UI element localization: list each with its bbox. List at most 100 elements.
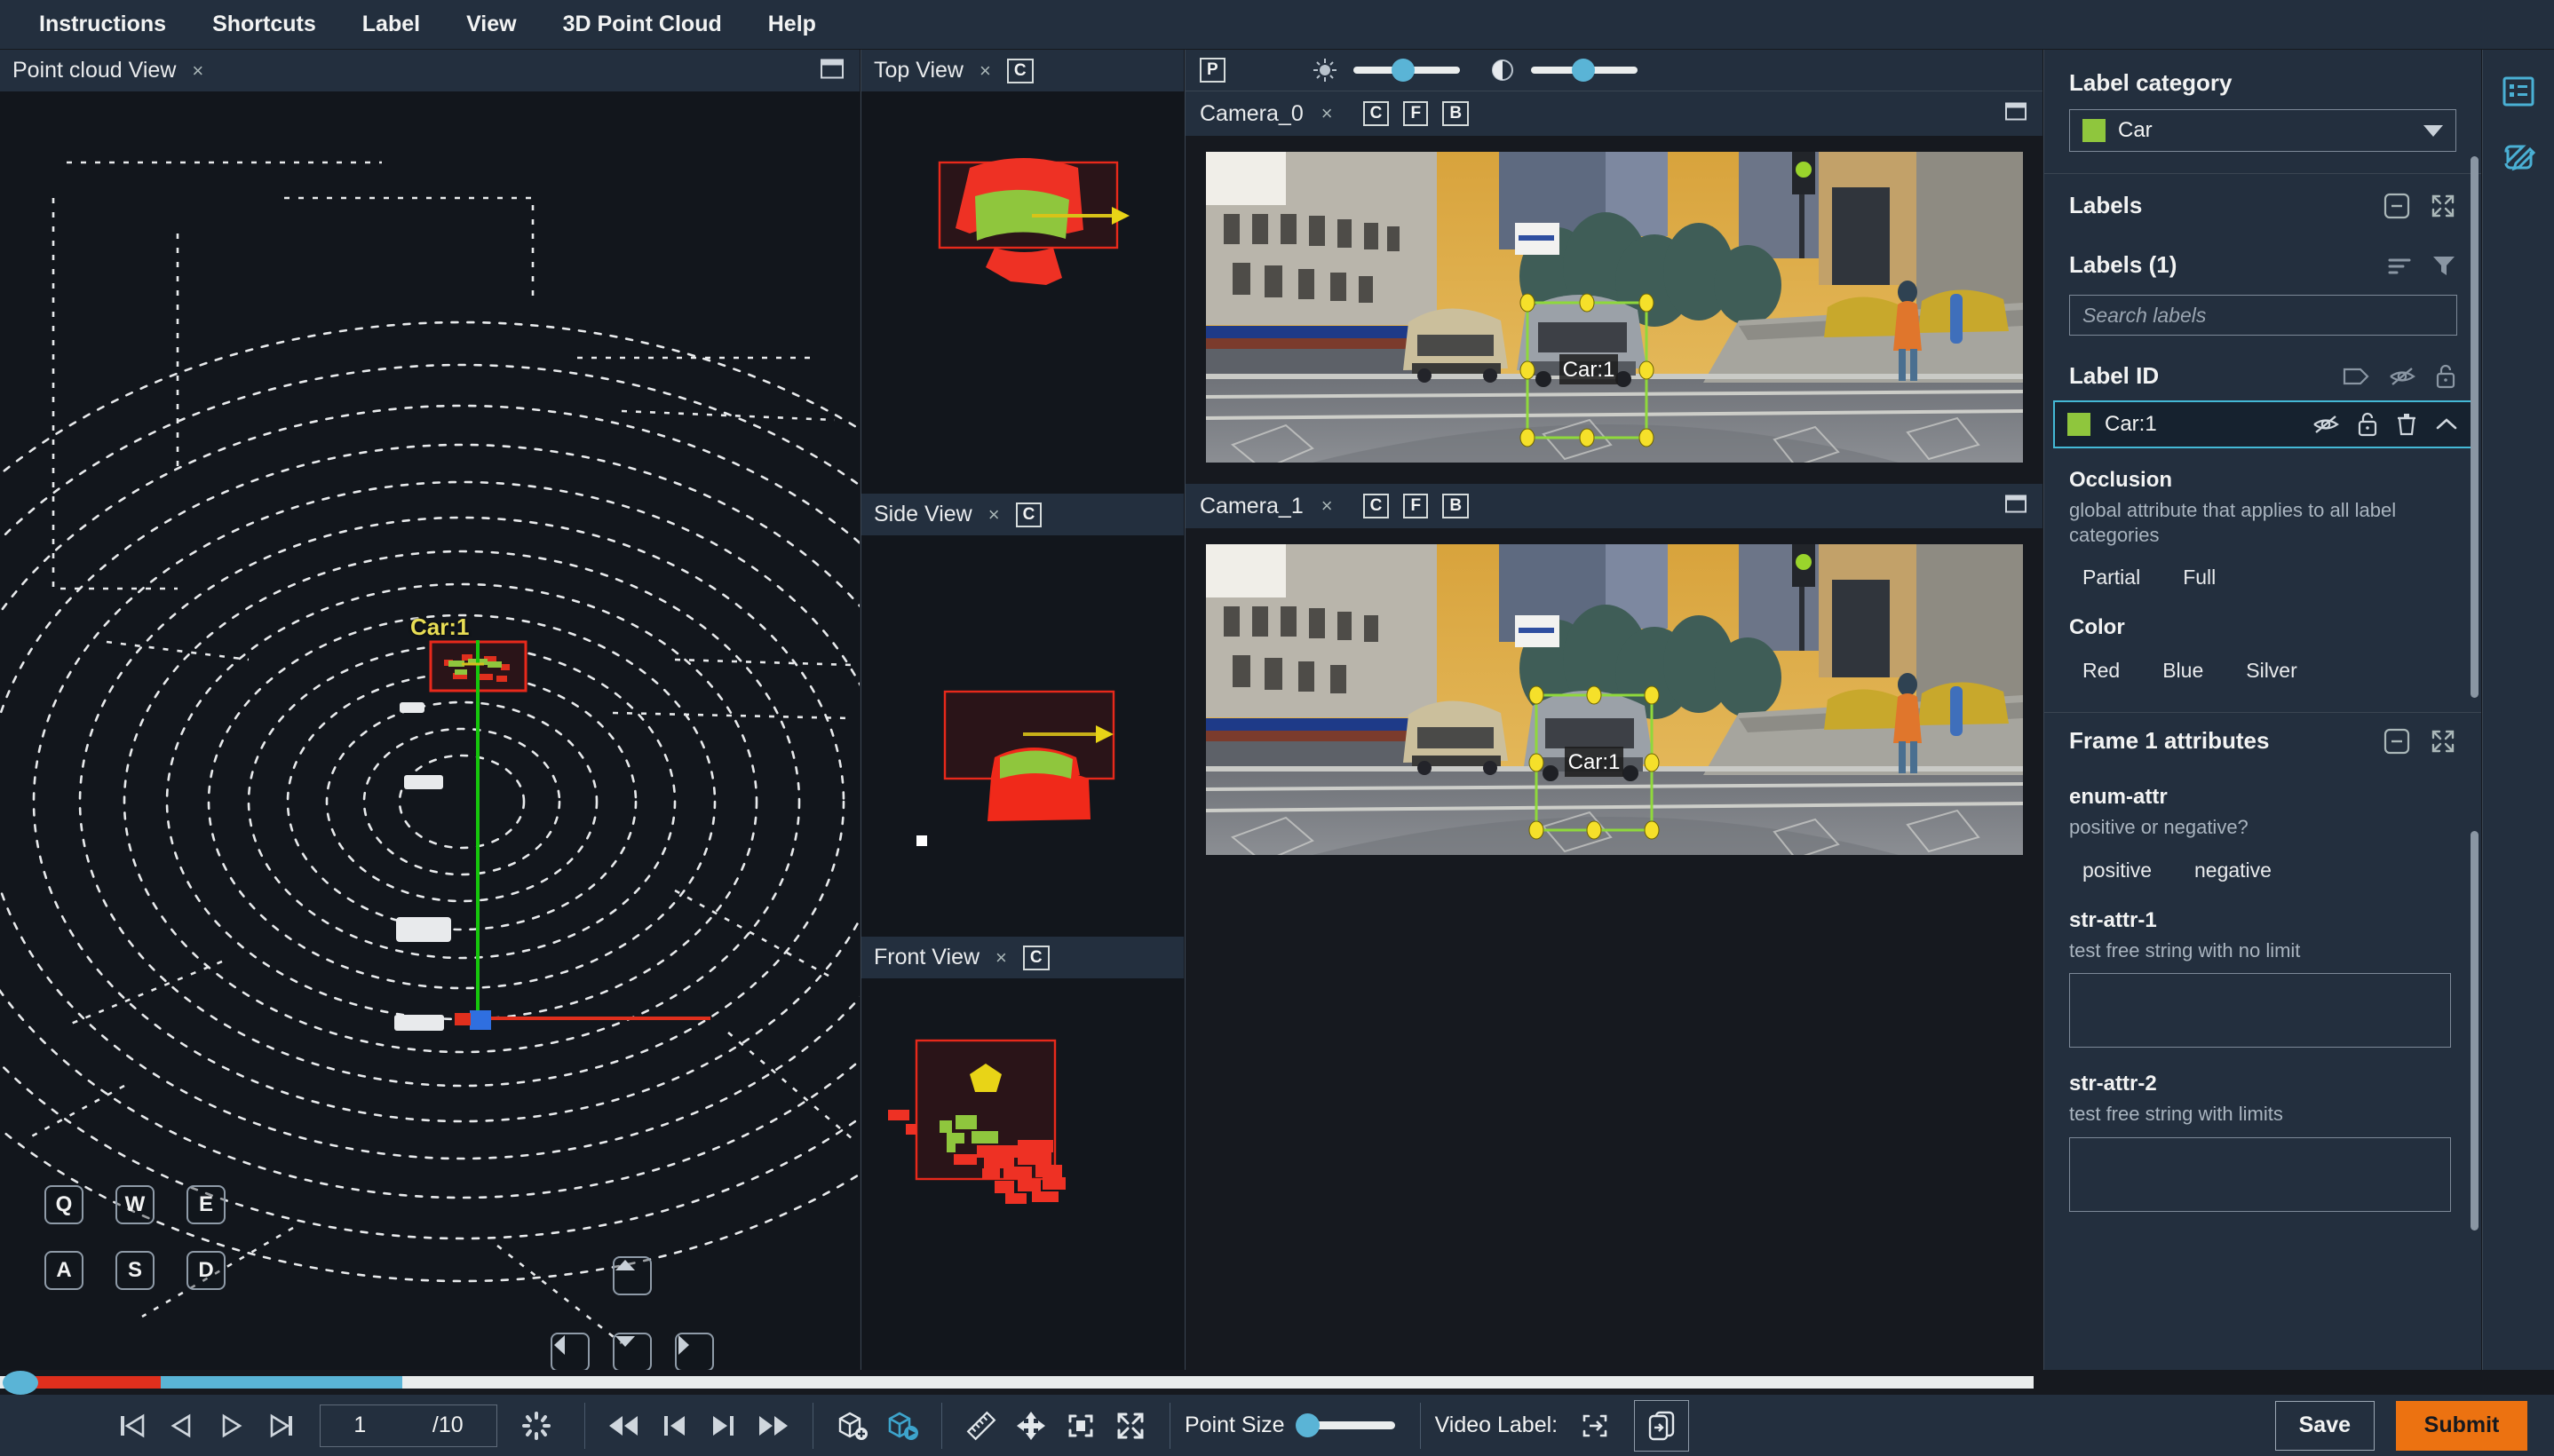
front-view-canvas[interactable] [861,978,1185,1412]
contrast-slider-knob[interactable] [1571,59,1595,82]
menu-shortcuts[interactable]: Shortcuts [189,0,339,49]
unlock-icon[interactable] [2435,364,2456,389]
brightness-slider[interactable] [1352,59,1460,82]
close-icon[interactable]: × [1318,495,1336,518]
attr-color-option-blue[interactable]: Blue [2149,653,2217,689]
add-cuboid-icon[interactable] [828,1401,877,1451]
minimize-panel-icon[interactable] [2005,495,2027,518]
side-view-canvas[interactable] [861,535,1185,937]
close-icon[interactable]: × [1318,102,1336,125]
front-view-shortcut-badge[interactable]: C [1022,945,1050,970]
menu-3d-point-cloud[interactable]: 3D Point Cloud [540,0,745,49]
point-cloud-canvas[interactable]: Car:1 Q W E A S D [0,91,860,1370]
key-a[interactable]: A [44,1251,83,1290]
arrow-down-button[interactable] [613,1333,652,1370]
collapse-icon[interactable] [2383,728,2410,755]
side-view-shortcut-badge[interactable]: C [1015,502,1043,527]
camera-1-image[interactable]: Car:1 [1205,544,2023,855]
camera-0-badge-f[interactable]: F [1403,101,1429,126]
menu-instructions[interactable]: Instructions [16,0,189,49]
key-e[interactable]: E [186,1185,226,1224]
key-d[interactable]: D [186,1251,226,1290]
timeline-track[interactable] [0,1371,2034,1395]
brightness-slider-knob[interactable] [1391,59,1415,82]
minimize-panel-icon[interactable] [2005,102,2027,125]
fast-rewind-icon[interactable] [599,1401,649,1451]
fullscreen-icon[interactable] [1106,1401,1155,1451]
camera-0-image[interactable]: Car:1 [1205,152,2023,463]
arrow-up-button[interactable] [613,1256,652,1295]
save-button[interactable]: Save [2274,1400,2375,1451]
projection-badge[interactable]: P [1200,58,1225,83]
step-back-icon[interactable] [156,1401,206,1451]
fast-forward-icon[interactable] [749,1401,798,1451]
camera-1-badge-c[interactable]: C [1362,494,1390,518]
filter-icon[interactable] [2431,254,2456,277]
next-frame-icon[interactable] [699,1401,749,1451]
label-row[interactable]: Car:1 [2053,400,2472,448]
camera-1-badge-b[interactable]: B [1442,494,1470,518]
skip-to-start-icon[interactable] [107,1401,156,1451]
close-icon[interactable]: × [992,946,1011,969]
top-view-canvas[interactable] [861,91,1185,494]
copy-to-next-frame-icon[interactable] [1634,1399,1690,1452]
play-icon[interactable] [206,1401,256,1451]
attr-color-option-red[interactable]: Red [2069,653,2133,689]
frame-attr-str2-textarea[interactable] [2069,1136,2451,1212]
chevron-up-icon[interactable] [2435,416,2458,432]
key-w[interactable]: W [115,1185,155,1224]
minimize-panel-icon[interactable] [821,59,844,83]
eye-off-icon[interactable] [2389,366,2415,387]
menu-view[interactable]: View [443,0,540,49]
sort-icon[interactable] [2387,255,2412,276]
label-frame-icon[interactable] [1570,1401,1620,1451]
close-icon[interactable]: × [985,503,1003,526]
ruler-icon[interactable] [956,1401,1006,1451]
edit-icon[interactable] [2496,135,2541,179]
submit-button[interactable]: Submit [2396,1400,2527,1451]
frame-counter[interactable]: 1 /10 [320,1404,497,1447]
timeline-knob[interactable] [3,1371,38,1395]
close-icon[interactable]: × [976,59,995,83]
close-icon[interactable]: × [188,59,207,83]
frame-attr-str1-textarea[interactable] [2069,973,2451,1048]
point-size-slider[interactable] [1295,1413,1395,1437]
frame-attr-enum-option-negative[interactable]: negative [2181,852,2285,889]
attr-color-option-silver[interactable]: Silver [2233,653,2311,689]
arrow-right-button[interactable] [675,1333,714,1370]
attr-occlusion-option-partial[interactable]: Partial [2069,559,2153,596]
sidebar-scrollbar-bottom[interactable] [2471,831,2479,1230]
expand-icon[interactable] [2430,728,2456,755]
key-q[interactable]: Q [44,1185,83,1224]
previous-frame-icon[interactable] [649,1401,699,1451]
attr-occlusion-option-full[interactable]: Full [2169,559,2229,596]
expand-icon[interactable] [2430,193,2456,219]
move-icon[interactable] [1006,1401,1056,1451]
key-s[interactable]: S [115,1251,155,1290]
trash-icon[interactable] [2396,412,2417,437]
chevron-down-icon[interactable] [2423,124,2443,137]
list-view-icon[interactable] [2496,69,2541,114]
camera-0-badge-c[interactable]: C [1362,101,1390,126]
point-size-slider-knob[interactable] [1295,1413,1320,1437]
arrow-left-button[interactable] [551,1333,590,1370]
tag-icon[interactable] [2343,367,2369,386]
fit-cuboid-icon[interactable] [877,1401,927,1451]
sidebar-scrollbar-top[interactable] [2471,156,2479,698]
menu-help[interactable]: Help [745,0,839,49]
eye-off-icon[interactable] [2312,414,2339,435]
fit-to-view-icon[interactable] [1056,1401,1106,1451]
menu-label[interactable]: Label [339,0,443,49]
front-view-header: Front View × C [861,937,1184,978]
camera-1-badge-f[interactable]: F [1403,494,1429,518]
search-labels-input[interactable] [2069,295,2457,336]
label-category-select[interactable]: Car [2069,109,2456,152]
contrast-slider[interactable] [1530,59,1638,82]
camera-0-badge-b[interactable]: B [1442,101,1470,126]
frame-attr-enum-option-positive[interactable]: positive [2069,852,2165,889]
contrast-icon [1490,58,1515,83]
collapse-icon[interactable] [2383,193,2410,219]
step-forward-icon[interactable] [256,1401,305,1451]
unlock-icon[interactable] [2357,412,2378,437]
top-view-shortcut-badge[interactable]: C [1006,58,1034,83]
